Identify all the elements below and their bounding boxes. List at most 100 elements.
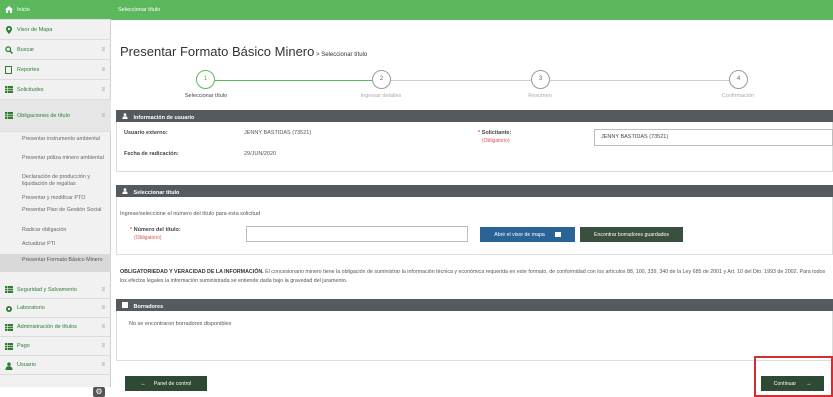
external-user-value: JENNY BASTIDAS (73521) (244, 130, 312, 136)
select-title-instruction: Ingrese/seleccione el número del título … (120, 211, 261, 217)
chevron-icon: ≡ (101, 112, 105, 119)
sidebar: Inicio Visor de Mapa Buscar ≡ Reportes ≡… (0, 0, 111, 397)
sidebar-subitem[interactable]: Presentar póliza minero ambiental (0, 155, 111, 169)
gear-icon (5, 305, 13, 312)
chevron-icon: ≡ (101, 286, 105, 293)
step-1-circle: 1 (196, 70, 215, 89)
grid-icon (5, 112, 13, 119)
select-title-panel (116, 197, 833, 255)
sidebar-footer: ⚙ (0, 387, 111, 397)
chevron-icon: ≡ (101, 66, 105, 73)
control-panel-button[interactable]: ← Panel de control (125, 376, 207, 391)
page-subtitle: > Seleccionar título (314, 52, 368, 58)
chevron-icon: ≡ (101, 324, 105, 330)
filing-date-label: Fecha de radicación: (124, 151, 179, 157)
sidebar-item-map-viewer[interactable]: Visor de Mapa (0, 20, 111, 40)
sidebar-item-label: Pago (17, 343, 30, 349)
sidebar-subitem-current[interactable]: Presentar Formato Básico Minero (0, 254, 111, 272)
highlight-box (754, 356, 833, 397)
chevron-icon: ≡ (101, 86, 105, 93)
open-map-viewer-button[interactable]: Abrir el visor de mapa (480, 227, 575, 242)
sidebar-subitem[interactable]: Presentar Plan de Gestión Social (0, 207, 111, 221)
sidebar-item-label: Seguridad y Salvamento (17, 286, 77, 293)
map-icon (554, 232, 561, 237)
sidebar-subitem[interactable]: Radicar obligación (0, 227, 111, 235)
sidebar-item-label: Visor de Mapa (17, 26, 53, 33)
step-3-circle: 3 (531, 70, 550, 89)
stepper-line (550, 80, 729, 81)
sidebar-item-label: Solicitudes (17, 86, 44, 93)
grid-icon (5, 323, 13, 331)
user-info-header: Información de usuario (116, 110, 833, 122)
sidebar-item-label: Laboratorio (17, 305, 45, 311)
topbar-title: Seleccionar título (118, 7, 161, 13)
step-2-circle: 2 (372, 70, 391, 89)
step-4-circle: 4 (729, 70, 748, 89)
chevron-icon: ≡ (101, 46, 105, 53)
panel-title: Seleccionar título (133, 190, 180, 196)
page-title-text: Presentar Formato Básico Minero (120, 44, 315, 59)
topbar: Seleccionar título (111, 0, 833, 20)
sidebar-item-laboratory[interactable]: Laboratorio ≡ (0, 299, 111, 318)
sidebar-subitem[interactable]: Actualizar PTI (0, 241, 111, 249)
step-1-label: Seleccionar título (184, 93, 228, 99)
applicant-required: (Obligatorio) (482, 138, 510, 144)
sidebar-item-home[interactable]: Inicio (0, 0, 111, 20)
sidebar-item-label: Usuario (17, 362, 36, 368)
sidebar-item-requests[interactable]: Solicitudes ≡ (0, 80, 111, 100)
arrow-left-icon: ← (140, 380, 146, 387)
title-number-label: * Número del título: (130, 227, 181, 233)
user-icon (5, 361, 13, 370)
legal-notice: OBLIGATORIEDAD Y VERACIDAD DE LA INFORMA… (120, 268, 833, 285)
filing-date-value: 29/JUN/2020 (244, 151, 277, 157)
sidebar-item-search[interactable]: Buscar ≡ (0, 40, 111, 60)
sidebar-item-label: Inicio (17, 6, 30, 13)
page-title: Presentar Formato Básico Minero > Selecc… (120, 44, 367, 59)
sidebar-item-label: Administración de títulos (17, 324, 77, 330)
notice-title: OBLIGATORIEDAD Y VERACIDAD DE LA INFORMA… (120, 269, 264, 275)
select-title-header: Seleccionar título (116, 185, 833, 197)
chevron-icon: ≡ (101, 362, 105, 368)
drafts-icon (122, 302, 128, 310)
grid-icon (5, 286, 13, 293)
sidebar-item-title-admin[interactable]: Administración de títulos ≡ (0, 318, 111, 337)
find-saved-drafts-button[interactable]: Encontrar borradores guardados (580, 227, 683, 242)
sidebar-item-reports[interactable]: Reportes ≡ (0, 60, 111, 80)
drafts-header: Borradores (116, 299, 833, 311)
step-3-label: Resumen (528, 93, 552, 99)
drafts-panel (116, 311, 833, 361)
title-number-input[interactable] (246, 226, 468, 242)
settings-gear-icon[interactable]: ⚙ (93, 387, 105, 397)
panel-title: Información de usuario (133, 115, 195, 121)
title-number-required: (Obligatorio) (134, 235, 162, 241)
sidebar-item-label: Obligaciones de título (17, 112, 70, 119)
sidebar-subitem[interactable]: Presentar y modificar PTO (0, 195, 111, 203)
chevron-icon: ≡ (101, 305, 105, 311)
sidebar-subitem[interactable]: Presentar instrumento ambiental (0, 136, 111, 150)
grid-icon (5, 342, 13, 350)
search-icon (5, 46, 14, 55)
panel-title: Borradores (133, 304, 164, 310)
applicant-field[interactable]: JENNY BASTIDAS (73521) (594, 129, 833, 146)
drafts-empty-text: No se encontraron borradores disponibles (129, 321, 232, 327)
report-icon (5, 66, 13, 74)
applicant-label: * Solicitante: (478, 130, 512, 136)
sidebar-subitem[interactable]: Declaración de producción y liquidación … (0, 174, 111, 188)
sidebar-item-title-obligations[interactable]: Obligaciones de título ≡ (0, 100, 111, 132)
sidebar-item-label: Reportes (17, 66, 40, 73)
sidebar-item-security[interactable]: Seguridad y Salvamento ≡ (0, 281, 111, 299)
grid-icon (5, 86, 13, 93)
chevron-icon: ≡ (101, 343, 105, 349)
sidebar-item-user[interactable]: Usuario ≡ (0, 356, 111, 375)
user-icon (122, 188, 128, 196)
stepper-line (391, 80, 531, 81)
stepper-line-progress (215, 80, 372, 81)
sidebar-item-payment[interactable]: Pago ≡ (0, 337, 111, 356)
map-marker-icon (5, 26, 13, 34)
external-user-label: Usuario externo: (124, 130, 168, 136)
sidebar-item-label: Buscar (17, 46, 35, 53)
user-icon (122, 113, 128, 121)
home-icon (5, 6, 13, 13)
step-2-label: Ingresar detalles (360, 93, 402, 99)
step-4-label: Confirmación (721, 93, 755, 99)
